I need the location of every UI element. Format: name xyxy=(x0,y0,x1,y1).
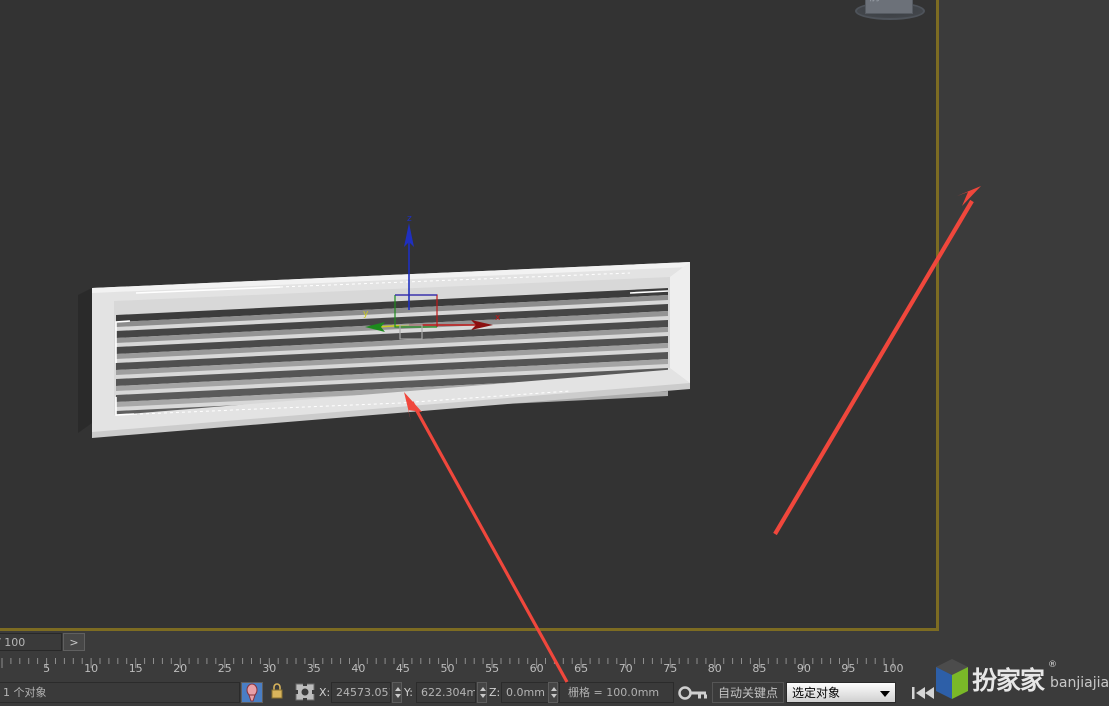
track-bar-tick-label: 50 xyxy=(440,662,455,675)
track-bar-tick-label: 30 xyxy=(262,662,277,675)
selection-filter-combo[interactable]: 选定对象 xyxy=(786,682,896,703)
viewport-active-border-right xyxy=(936,0,939,631)
coord-x-field[interactable]: 24573.051 xyxy=(331,682,391,703)
track-bar-tick-label: 65 xyxy=(574,662,589,675)
track-bar-tick-label: 25 xyxy=(217,662,232,675)
track-bar-tick-label: 95 xyxy=(841,662,856,675)
svg-text:x: x xyxy=(495,313,501,323)
time-slider-frame-field[interactable]: / 100 xyxy=(0,633,62,651)
time-slider[interactable]: / 100 > xyxy=(0,631,939,653)
track-bar-labels: 5 10 15 20 25 30 35 40 45 50 55 60 65 70 75 80 85 90 95 100 xyxy=(0,662,939,678)
transform-center-icon[interactable] xyxy=(294,682,316,703)
coord-x-spinner[interactable] xyxy=(392,682,402,703)
viewport-perspective[interactable]: 前 xyxy=(0,0,939,631)
chevron-down-icon xyxy=(880,691,890,697)
track-bar-tick-label: 15 xyxy=(128,662,143,675)
svg-text:z: z xyxy=(407,215,412,224)
set-key-icon[interactable] xyxy=(678,684,708,702)
lock-icon[interactable] xyxy=(267,682,289,703)
svg-text:y: y xyxy=(363,309,369,319)
viewport-canvas[interactable]: 前 xyxy=(0,0,937,629)
track-bar-tick-label: 10 xyxy=(84,662,99,675)
track-bar-tick-label: 70 xyxy=(618,662,633,675)
track-bar[interactable]: 5 10 15 20 25 30 35 40 45 50 55 60 65 70 75 80 85 90 95 100 xyxy=(0,653,939,680)
grid-readout: 栅格 = 100.0mm xyxy=(559,682,674,703)
track-bar-tick-label: 90 xyxy=(796,662,811,675)
time-slider-next-button[interactable]: > xyxy=(63,633,85,651)
view-cube-label: 前 xyxy=(869,0,883,4)
track-bar-tick-label: 55 xyxy=(485,662,500,675)
track-bar-tick-label: 100 xyxy=(882,662,904,675)
selection-filter-value: 选定对象 xyxy=(792,686,841,700)
coord-y-spinner[interactable] xyxy=(477,682,487,703)
application-window: 前 xyxy=(0,0,1109,706)
track-bar-tick-label: 40 xyxy=(351,662,366,675)
coord-z-label: Z: xyxy=(489,686,501,699)
selection-lock-icon[interactable] xyxy=(241,682,263,703)
track-bar-tick-label: 80 xyxy=(707,662,722,675)
track-bar-tick-label: 85 xyxy=(752,662,767,675)
track-bar-tick-label: 75 xyxy=(663,662,678,675)
view-cube[interactable]: 前 xyxy=(855,0,925,32)
transform-gizmo[interactable]: z x y xyxy=(355,214,515,355)
track-bar-tick-label: 20 xyxy=(173,662,188,675)
coord-x-label: X: xyxy=(319,686,331,699)
command-panel: 修改器列表 壳切片挤出弯曲涡轮平滑细化车削UVW 贴图对称 壳可编辑多边形 xyxy=(941,0,1109,706)
coord-z-spinner[interactable] xyxy=(548,682,558,703)
coord-y-label: Y: xyxy=(404,686,413,699)
go-to-start-icon xyxy=(912,687,934,699)
track-bar-tick-label: 45 xyxy=(395,662,410,675)
track-bar-tick-label: 35 xyxy=(306,662,321,675)
track-bar-tick-label: 60 xyxy=(529,662,544,675)
status-prompt: 1 个对象 xyxy=(0,682,240,703)
track-bar-tick-label: 5 xyxy=(43,662,51,675)
auto-key-button[interactable]: 自动关键点 xyxy=(712,682,784,703)
coord-y-field[interactable]: 622.304mm xyxy=(416,682,476,703)
